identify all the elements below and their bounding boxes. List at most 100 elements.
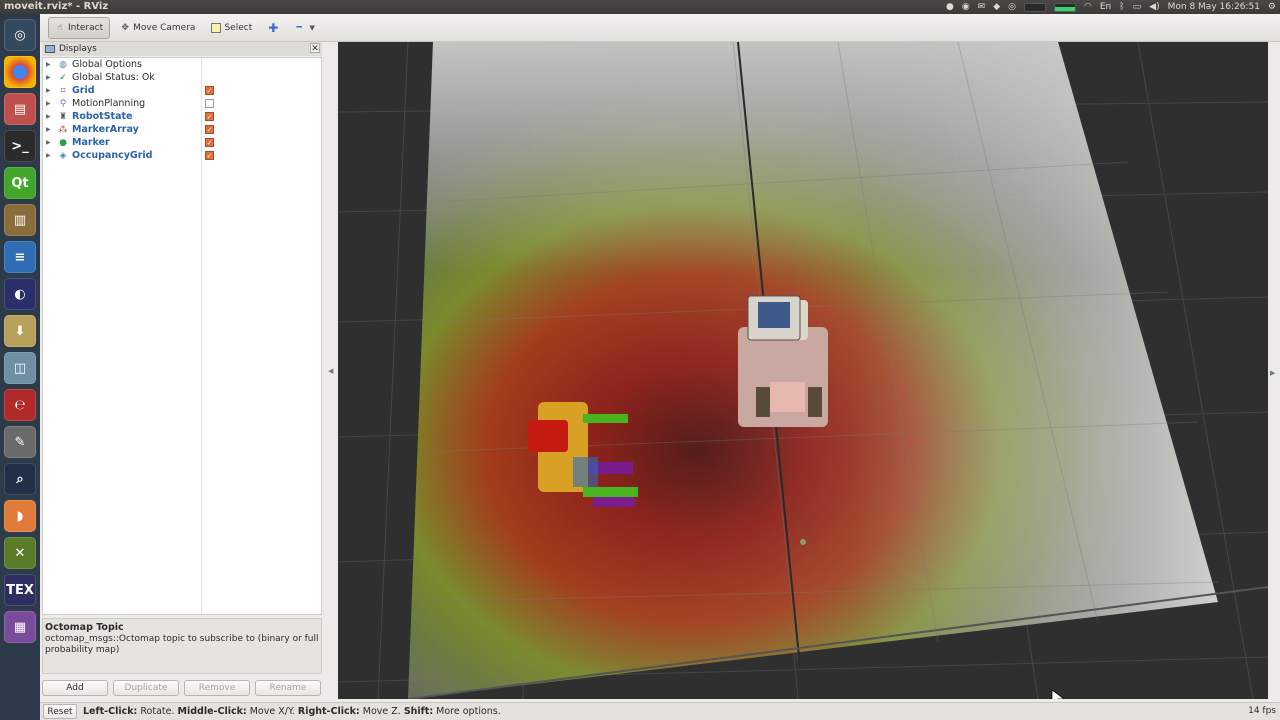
tree-item-grid[interactable]: ▶ ⌗ Grid ✓ [43,84,321,97]
image-viewer-icon[interactable]: ◫ [4,352,36,384]
tree-item-motion-planning[interactable]: ▶ ⚲ MotionPlanning [43,97,321,110]
robot-icon: ♜ [58,111,68,122]
tree-item-robot-state[interactable]: ▶ ♜ RobotState ✓ [43,110,321,123]
description-title: Octomap Topic [45,622,124,633]
volume-icon[interactable]: ◀) [1149,2,1159,12]
marker-checkbox[interactable]: ✓ [205,138,214,147]
keyboard-layout[interactable]: En [1100,2,1111,12]
expand-arrow-icon[interactable]: ▶ [46,74,54,81]
expand-arrow-icon[interactable]: ▶ [46,126,54,133]
clock[interactable]: Mon 8 May 16:26:51 [1168,2,1260,12]
files-icon[interactable]: ▤ [4,93,36,125]
bulb-icon[interactable]: ● [946,2,954,12]
move-camera-label: Move Camera [133,22,196,33]
chrome-tray-icon[interactable]: ◎ [1008,2,1016,12]
select-label: Select [224,22,253,33]
robot-screen [758,302,790,328]
text-editor-icon[interactable]: ✎ [4,426,36,458]
tree-item-global-status[interactable]: ▶ ✓ Global Status: Ok [43,71,321,84]
expand-arrow-icon[interactable]: ▶ [46,61,54,68]
displays-tree: ▶ ◍ Global Options ▶ ✓ Global Status: Ok… [42,57,322,615]
tex-icon[interactable]: TEX [4,574,36,606]
middle-click-hint: Move X/Y. [246,706,298,717]
right-click-key: Right-Click: [297,706,360,717]
collapse-right-icon[interactable]: ▶ [1270,369,1275,377]
search-icon[interactable]: ⌕ [4,463,36,495]
select-tool[interactable]: Select [205,17,258,39]
robot-state-checkbox[interactable]: ✓ [205,112,214,121]
wifi-icon[interactable]: ◠ [1084,2,1092,12]
marker-array-checkbox[interactable]: ✓ [205,125,214,134]
gear-icon[interactable]: ⚙ [1268,2,1276,12]
motion-planning-checkbox[interactable] [205,99,214,108]
person-arm-lower [583,487,638,497]
move-camera-tool[interactable]: ✥ Move Camera [114,17,201,39]
apps-icon[interactable]: ▦ [4,611,36,643]
add-tool-button[interactable]: ✚ [262,17,284,39]
robot-chassis [770,382,805,412]
tree-item-occupancy-grid[interactable]: ▶ ◈ OccupancyGrid ✓ [43,149,321,162]
person-arm-upper [583,414,628,423]
right-click-hint: Move Z. [359,706,404,717]
reset-button[interactable]: Reset [43,704,77,719]
window-title: moveit.rviz* - RViz [4,1,109,12]
mail-icon[interactable]: ✉ [978,2,986,12]
chrome-icon[interactable] [4,56,36,88]
evince-icon[interactable]: ℮ [4,389,36,421]
tree-item-marker[interactable]: ▶ ● Marker ✓ [43,136,321,149]
expand-arrow-icon[interactable]: ▶ [46,139,54,146]
close-icon[interactable]: ✕ [310,43,320,54]
minus-icon: ━ [296,22,302,33]
displays-title: Displays [59,44,97,54]
middle-click-key: Middle-Click: [177,706,247,717]
book-icon[interactable]: ▥ [4,204,36,236]
rename-button[interactable]: Rename [255,680,321,696]
person-torso-shade [573,457,598,487]
expand-arrow-icon[interactable]: ▶ [46,113,54,120]
bluetooth-icon[interactable]: ᛒ [1119,2,1124,12]
network-icon[interactable]: ✕ [4,537,36,569]
panel-splitter[interactable]: ◀ [328,42,336,692]
tree-item-marker-array[interactable]: ▶ ⁂ MarkerArray ✓ [43,123,321,136]
rviz-window: ☝ Interact ✥ Move Camera Select ✚ ━ ▼ Di… [40,14,1280,720]
writer-icon[interactable]: ≡ [4,241,36,273]
status-text: Left-Click: Rotate. Middle-Click: Move X… [83,706,501,717]
expand-arrow-icon[interactable]: ▶ [46,87,54,94]
hand-icon: ☝ [57,22,63,33]
add-button[interactable]: Add [42,680,108,696]
tree-item-label: Grid [72,85,95,96]
interact-tool[interactable]: ☝ Interact [48,16,111,39]
move-icon: ✥ [121,22,129,33]
rviz-icon[interactable]: ◗ [4,500,36,532]
ubuntu-dash-icon[interactable]: ◎ [4,19,36,51]
displays-header: Displays ✕ [42,42,322,56]
expand-arrow-icon[interactable]: ▶ [46,100,54,107]
plus-icon: ✚ [268,20,279,35]
globe-icon: ◍ [59,59,67,70]
render-canvas[interactable] [338,42,1268,699]
qt-creator-icon[interactable]: Qt [4,167,36,199]
top-panel: moveit.rviz* - RViz ● ◉ ✉ ◆ ◎ ◠ En ᛒ ▭ ◀… [0,0,1280,14]
fps-counter: 14 fps [1248,706,1276,716]
collapse-left-icon[interactable]: ◀ [328,367,333,375]
tree-item-label: Marker [72,137,110,148]
network-monitor-icon[interactable] [1054,2,1076,12]
occupancy-grid-checkbox[interactable]: ✓ [205,151,214,160]
tree-item-global-options[interactable]: ▶ ◍ Global Options [43,58,321,71]
checkmark-icon: ✓ [59,72,67,83]
duplicate-button[interactable]: Duplicate [113,680,179,696]
tree-item-label: MotionPlanning [72,98,146,109]
expand-arrow-icon[interactable]: ▶ [46,152,54,159]
remove-button[interactable]: Remove [184,680,250,696]
archive-icon[interactable]: ⬇ [4,315,36,347]
remove-tool-button[interactable]: ━ ▼ [288,17,323,39]
camera-icon[interactable]: ◉ [962,2,970,12]
cpu-monitor-icon[interactable] [1024,2,1046,12]
render-view[interactable] [338,42,1268,699]
dropbox-icon[interactable]: ◆ [993,2,1000,12]
grid-checkbox[interactable]: ✓ [205,86,214,95]
battery-icon[interactable]: ▭ [1133,2,1142,12]
terminal-icon[interactable]: >_ [4,130,36,162]
eclipse-icon[interactable]: ◐ [4,278,36,310]
toolbar: ☝ Interact ✥ Move Camera Select ✚ ━ ▼ [40,14,1280,42]
